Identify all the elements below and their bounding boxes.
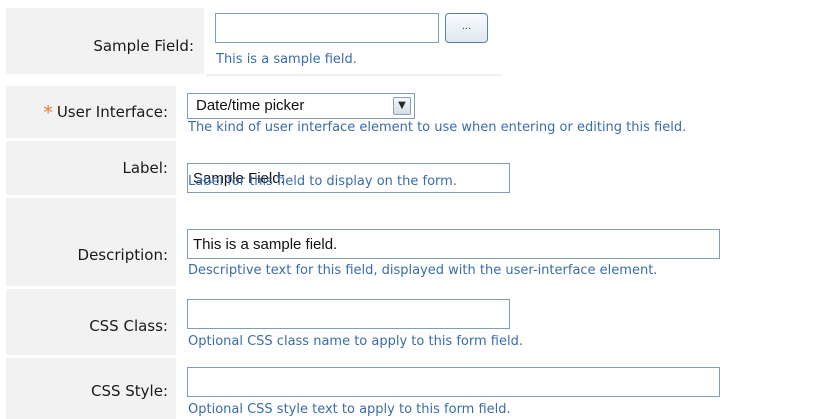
browse-button[interactable]: ... [445, 13, 488, 43]
field-properties-form: Sample Field: ... This is a sample field… [0, 0, 840, 419]
description-input[interactable] [187, 229, 720, 259]
label-hint: Label for this field to display on the f… [188, 174, 457, 189]
css-class-label-cell: CSS Class: [6, 289, 176, 355]
css-class-input[interactable] [187, 299, 510, 329]
description-label: Description: [77, 246, 168, 264]
css-class-hint: Optional CSS class name to apply to this… [188, 334, 523, 349]
sample-field-label: Sample Field: [93, 37, 194, 55]
required-marker: * [43, 102, 53, 124]
user-interface-label: * User Interface: [43, 102, 168, 124]
description-label-cell: Description: [6, 198, 176, 286]
user-interface-label-cell: * User Interface: [6, 86, 176, 138]
sample-field-hint: This is a sample field. [216, 52, 357, 67]
description-hint: Descriptive text for this field, display… [188, 263, 658, 278]
user-interface-label-text: User Interface: [56, 103, 168, 121]
user-interface-select[interactable]: Date/time picker ▼ [187, 93, 415, 119]
chevron-down-icon[interactable]: ▼ [393, 97, 411, 115]
label-label-cell: Label: [6, 141, 176, 195]
css-style-label-cell: CSS Style: [6, 358, 176, 419]
sample-field-input[interactable] [215, 13, 439, 43]
user-interface-hint: The kind of user interface element to us… [188, 120, 687, 135]
user-interface-selected-value: Date/time picker [196, 97, 305, 114]
css-style-label: CSS Style: [90, 382, 168, 400]
sample-divider [206, 74, 502, 76]
css-class-label: CSS Class: [89, 317, 168, 335]
css-style-hint: Optional CSS style text to apply to this… [188, 402, 511, 417]
label-field-label: Label: [122, 159, 168, 177]
sample-label-cell: Sample Field: [6, 8, 204, 74]
css-style-input[interactable] [187, 367, 720, 397]
